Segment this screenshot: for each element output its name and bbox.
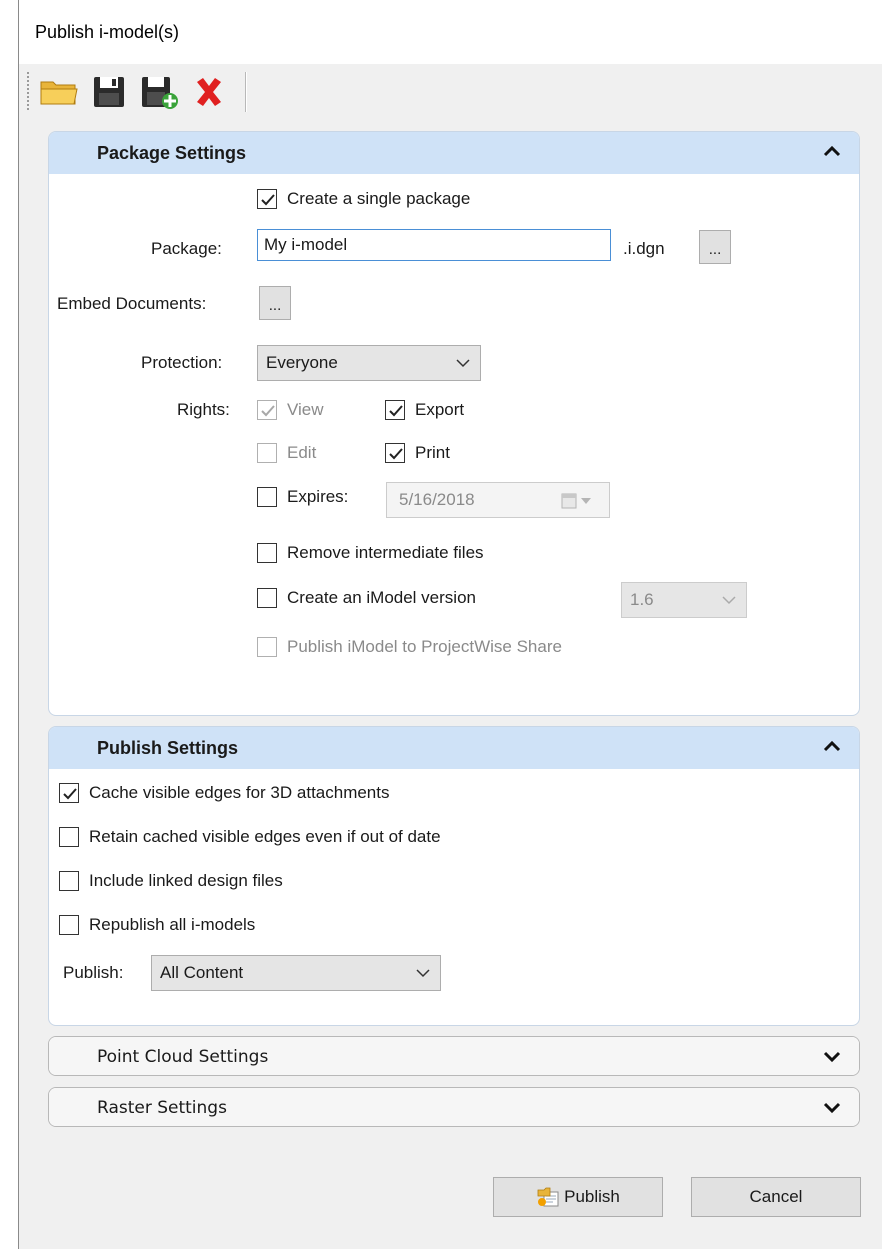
embed-documents-label: Embed Documents: — [57, 294, 207, 313]
cache-visible-edges-checkbox[interactable] — [59, 783, 79, 803]
rights-edit-label: Edit — [287, 443, 317, 462]
publish-button[interactable]: Publish — [493, 1177, 663, 1217]
expires-checkbox[interactable] — [257, 487, 277, 507]
toolbar-grip[interactable] — [27, 72, 31, 110]
package-suffix: .i.dgn — [623, 239, 665, 258]
include-linked-label: Include linked design files — [89, 871, 283, 890]
expires-date-picker[interactable]: 5/16/2018 — [386, 482, 610, 518]
rights-edit-checkbox[interactable] — [257, 443, 277, 463]
publish-projectwise-checkbox[interactable] — [257, 637, 277, 657]
chevron-up-icon[interactable] — [823, 737, 841, 755]
include-linked-checkbox[interactable] — [59, 871, 79, 891]
calendar-icon — [561, 493, 591, 509]
republish-all-checkbox[interactable] — [59, 915, 79, 935]
create-imodel-version-label: Create an iModel version — [287, 588, 476, 607]
publish-settings-panel: Publish Settings Cache visible edges for… — [48, 726, 860, 1026]
package-label: Package: — [151, 239, 222, 258]
toolbar-separator — [245, 72, 247, 112]
create-imodel-version-checkbox[interactable] — [257, 588, 277, 608]
cache-visible-edges-label: Cache visible edges for 3D attachments — [89, 783, 390, 802]
package-settings-panel: Package Settings Create a single package… — [48, 131, 860, 716]
package-browse-button[interactable]: ... — [699, 230, 731, 264]
window-title: Publish i-model(s) — [35, 22, 180, 42]
chevron-down-icon[interactable] — [823, 1098, 841, 1116]
publish-projectwise-label: Publish iModel to ProjectWise Share — [287, 637, 562, 656]
point-cloud-settings-panel[interactable]: Point Cloud Settings — [48, 1036, 860, 1076]
publish-settings-header[interactable]: Publish Settings — [49, 727, 859, 769]
remove-intermediate-checkbox[interactable] — [257, 543, 277, 563]
chevron-down-icon — [722, 596, 736, 605]
chevron-up-icon[interactable] — [823, 142, 841, 160]
expires-label: Expires: — [287, 487, 349, 506]
publish-icon — [537, 1187, 559, 1207]
publish-content-value: All Content — [160, 963, 244, 982]
toolbar — [19, 64, 882, 122]
protection-label: Protection: — [141, 353, 223, 372]
imodel-version-select[interactable]: 1.6 — [621, 582, 747, 618]
folder-open-icon[interactable] — [35, 70, 83, 114]
save-icon[interactable] — [85, 70, 133, 114]
raster-settings-panel[interactable]: Raster Settings — [48, 1087, 860, 1127]
package-settings-title: Package Settings — [97, 143, 247, 163]
chevron-down-icon[interactable] — [823, 1047, 841, 1065]
publish-label: Publish: — [63, 963, 124, 982]
imodel-version-value: 1.6 — [630, 590, 654, 609]
package-settings-header[interactable]: Package Settings — [49, 132, 859, 174]
create-single-package-label: Create a single package — [287, 189, 471, 208]
publish-content-select[interactable]: All Content — [151, 955, 441, 991]
point-cloud-settings-title: Point Cloud Settings — [97, 1047, 269, 1067]
cancel-button-label: Cancel — [749, 1187, 803, 1206]
chevron-down-icon — [456, 359, 470, 368]
package-name-input[interactable]: My i-model — [257, 229, 611, 261]
expires-date-value: 5/16/2018 — [399, 490, 475, 509]
raster-settings-header[interactable]: Raster Settings — [49, 1088, 859, 1126]
chevron-down-icon — [416, 969, 430, 978]
cancel-button[interactable]: Cancel — [691, 1177, 861, 1217]
delete-icon[interactable] — [185, 70, 233, 114]
republish-all-label: Republish all i-models — [89, 915, 256, 934]
rights-print-label: Print — [415, 443, 450, 462]
create-single-package-checkbox[interactable] — [257, 189, 277, 209]
rights-export-label: Export — [415, 400, 465, 419]
raster-settings-title: Raster Settings — [97, 1098, 227, 1118]
rights-view-checkbox[interactable] — [257, 400, 277, 420]
retain-cached-edges-checkbox[interactable] — [59, 827, 79, 847]
publish-settings-title: Publish Settings — [97, 738, 239, 758]
protection-value: Everyone — [266, 353, 338, 372]
point-cloud-settings-header[interactable]: Point Cloud Settings — [49, 1037, 859, 1075]
retain-cached-edges-label: Retain cached visible edges even if out … — [89, 827, 441, 846]
rights-label: Rights: — [177, 400, 230, 419]
rights-print-checkbox[interactable] — [385, 443, 405, 463]
publish-dialog: Publish i-model(s) Package Settings Crea… — [18, 0, 882, 1249]
embed-documents-browse-button[interactable]: ... — [259, 286, 291, 320]
remove-intermediate-label: Remove intermediate files — [287, 543, 484, 562]
publish-button-label: Publish — [564, 1187, 620, 1206]
title-bar: Publish i-model(s) — [19, 0, 882, 64]
rights-export-checkbox[interactable] — [385, 400, 405, 420]
save-as-icon[interactable] — [135, 70, 183, 114]
protection-select[interactable]: Everyone — [257, 345, 481, 381]
rights-view-label: View — [287, 400, 324, 419]
